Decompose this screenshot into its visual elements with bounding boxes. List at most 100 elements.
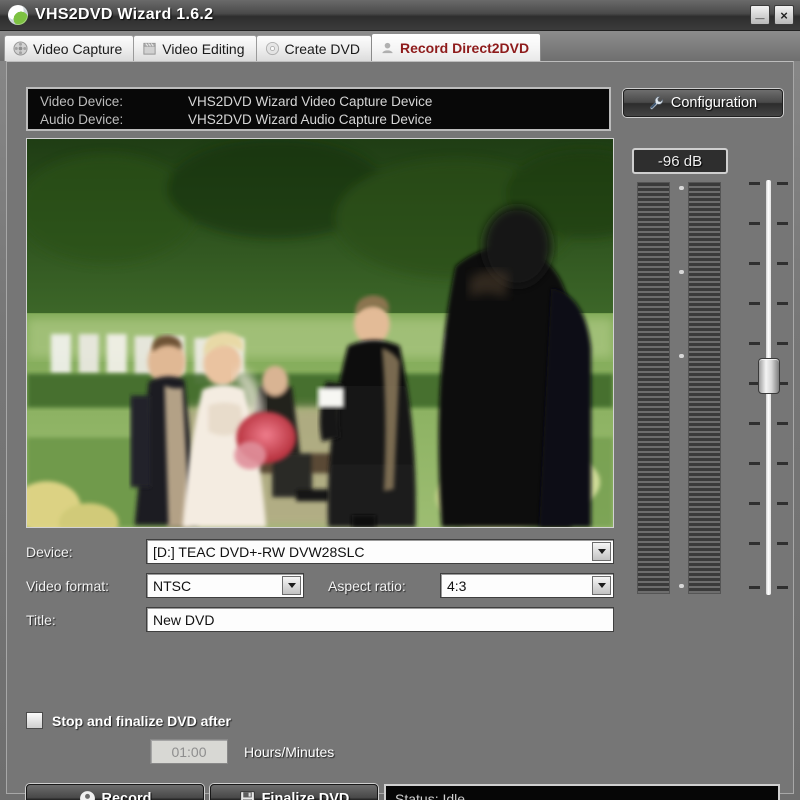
- save-disk-icon: [239, 791, 255, 800]
- record-disc-icon: [79, 791, 95, 800]
- application-window: VHS2DVD Wizard 1.6.2 _ × Video Capture V…: [0, 0, 800, 800]
- tab-video-editing[interactable]: Video Editing: [133, 35, 257, 61]
- aspect-ratio-value: 4:3: [447, 577, 467, 594]
- window-controls: _ ×: [750, 5, 794, 25]
- stop-time-input[interactable]: 01:00: [150, 739, 228, 764]
- slider-tick: [777, 262, 788, 265]
- vu-marker: [679, 186, 684, 190]
- device-value: [D:] TEAC DVD+-RW DVW28SLC: [153, 543, 365, 560]
- slider-tick: [749, 586, 760, 589]
- slider-tick: [777, 182, 788, 185]
- device-info-readout: Video Device: VHS2DVD Wizard Video Captu…: [26, 87, 611, 131]
- status-text: Status: Idle: [395, 790, 466, 800]
- device-row: Device: [D:] TEAC DVD+-RW DVW28SLC: [26, 539, 614, 564]
- aspect-ratio-select[interactable]: 4:3: [440, 573, 614, 598]
- device-select[interactable]: [D:] TEAC DVD+-RW DVW28SLC: [146, 539, 614, 564]
- slider-tick: [749, 302, 760, 305]
- configuration-label: Configuration: [670, 95, 758, 111]
- video-format-select[interactable]: NTSC: [146, 573, 304, 598]
- slider-tick: [749, 422, 760, 425]
- slider-tick: [777, 222, 788, 225]
- slider-tick: [749, 542, 760, 545]
- chevron-down-icon[interactable]: [592, 576, 611, 595]
- finalize-label: Finalize DVD: [261, 790, 350, 800]
- device-label: Device:: [26, 543, 73, 560]
- audio-device-row: Audio Device: VHS2DVD Wizard Audio Captu…: [40, 111, 609, 129]
- title-label: Title:: [26, 611, 56, 628]
- vu-meter-right: [688, 182, 721, 594]
- title-row: Title: New DVD: [26, 607, 614, 632]
- slider-tick: [777, 302, 788, 305]
- volume-slider[interactable]: [747, 180, 791, 595]
- audio-device-value: VHS2DVD Wizard Audio Capture Device: [188, 112, 432, 127]
- status-readout: Status: Idle: [384, 784, 780, 800]
- title-input[interactable]: New DVD: [146, 607, 614, 632]
- main-panel: Video Device: VHS2DVD Wizard Video Captu…: [6, 61, 794, 800]
- dvd-settings-form: Device: [D:] TEAC DVD+-RW DVW28SLC Video…: [26, 539, 614, 641]
- close-icon: ×: [780, 7, 788, 23]
- video-device-label: Video Device:: [40, 94, 124, 109]
- stop-time-units-label: Hours/Minutes: [244, 743, 335, 760]
- window-title: VHS2DVD Wizard 1.6.2: [35, 6, 214, 23]
- tab-label: Video Capture: [33, 40, 123, 57]
- record-label: Record: [101, 790, 152, 800]
- record-button[interactable]: Record: [26, 784, 204, 800]
- slider-tick: [777, 542, 788, 545]
- close-button[interactable]: ×: [774, 5, 794, 25]
- minimize-icon: _: [755, 4, 765, 21]
- clapperboard-icon: [143, 42, 156, 55]
- tab-bar: Video Capture Video Editing Create DVD R…: [0, 31, 800, 61]
- record-icon: [382, 42, 393, 54]
- format-row: Video format: NTSC Aspect ratio: 4:3: [26, 573, 614, 598]
- audio-device-label: Audio Device:: [40, 112, 124, 127]
- title-value: New DVD: [153, 611, 215, 628]
- video-device-value: VHS2DVD Wizard Video Capture Device: [188, 94, 433, 109]
- vu-marker: [679, 354, 684, 358]
- aspect-ratio-label: Aspect ratio:: [328, 577, 406, 594]
- vu-marker: [679, 270, 684, 274]
- slider-tick: [749, 502, 760, 505]
- chevron-down-icon[interactable]: [592, 542, 611, 561]
- configuration-button[interactable]: Configuration: [623, 89, 783, 117]
- slider-tick: [777, 462, 788, 465]
- vu-marker: [679, 584, 684, 588]
- tab-label: Create DVD: [284, 40, 360, 57]
- video-device-row: Video Device: VHS2DVD Wizard Video Captu…: [40, 93, 609, 111]
- disc-icon: [265, 41, 279, 56]
- video-frame: [27, 139, 613, 527]
- slider-tick: [777, 342, 788, 345]
- db-value: -96 dB: [657, 152, 703, 170]
- chevron-down-icon[interactable]: [282, 576, 301, 595]
- slider-tick: [777, 422, 788, 425]
- stop-finalize-label: Stop and finalize DVD after: [52, 712, 231, 729]
- stop-time-row: 01:00 Hours/Minutes: [150, 739, 334, 764]
- tab-video-capture[interactable]: Video Capture: [4, 35, 135, 61]
- slider-tick: [749, 222, 760, 225]
- vu-meter-markers: [678, 182, 684, 594]
- tab-label: Record Direct2DVD: [399, 39, 530, 56]
- video-format-label: Video format:: [26, 577, 110, 594]
- video-format-value: NTSC: [153, 577, 192, 594]
- vu-meters: [637, 182, 721, 594]
- finalize-dvd-button[interactable]: Finalize DVD: [210, 784, 378, 800]
- minimize-button[interactable]: _: [750, 5, 770, 25]
- vu-meter-left: [637, 182, 670, 594]
- slider-tick: [777, 586, 788, 589]
- video-preview[interactable]: [26, 138, 614, 528]
- slider-thumb[interactable]: [758, 358, 780, 394]
- stop-time-value: 01:00: [171, 743, 207, 760]
- film-reel-icon: [13, 41, 28, 56]
- wrench-icon: [649, 96, 663, 110]
- slider-tick: [777, 502, 788, 505]
- slider-tick: [749, 182, 760, 185]
- db-readout: -96 dB: [632, 148, 728, 174]
- stop-finalize-checkbox[interactable]: [26, 712, 43, 729]
- slider-tick: [749, 462, 760, 465]
- slider-tick: [749, 342, 760, 345]
- slider-tick: [749, 262, 760, 265]
- tab-label: Video Editing: [162, 40, 245, 57]
- tab-create-dvd[interactable]: Create DVD: [255, 35, 372, 61]
- tab-record-direct2dvd[interactable]: Record Direct2DVD: [370, 33, 542, 61]
- title-bar: VHS2DVD Wizard 1.6.2 _ ×: [0, 0, 800, 31]
- stop-finalize-row[interactable]: Stop and finalize DVD after: [26, 712, 231, 729]
